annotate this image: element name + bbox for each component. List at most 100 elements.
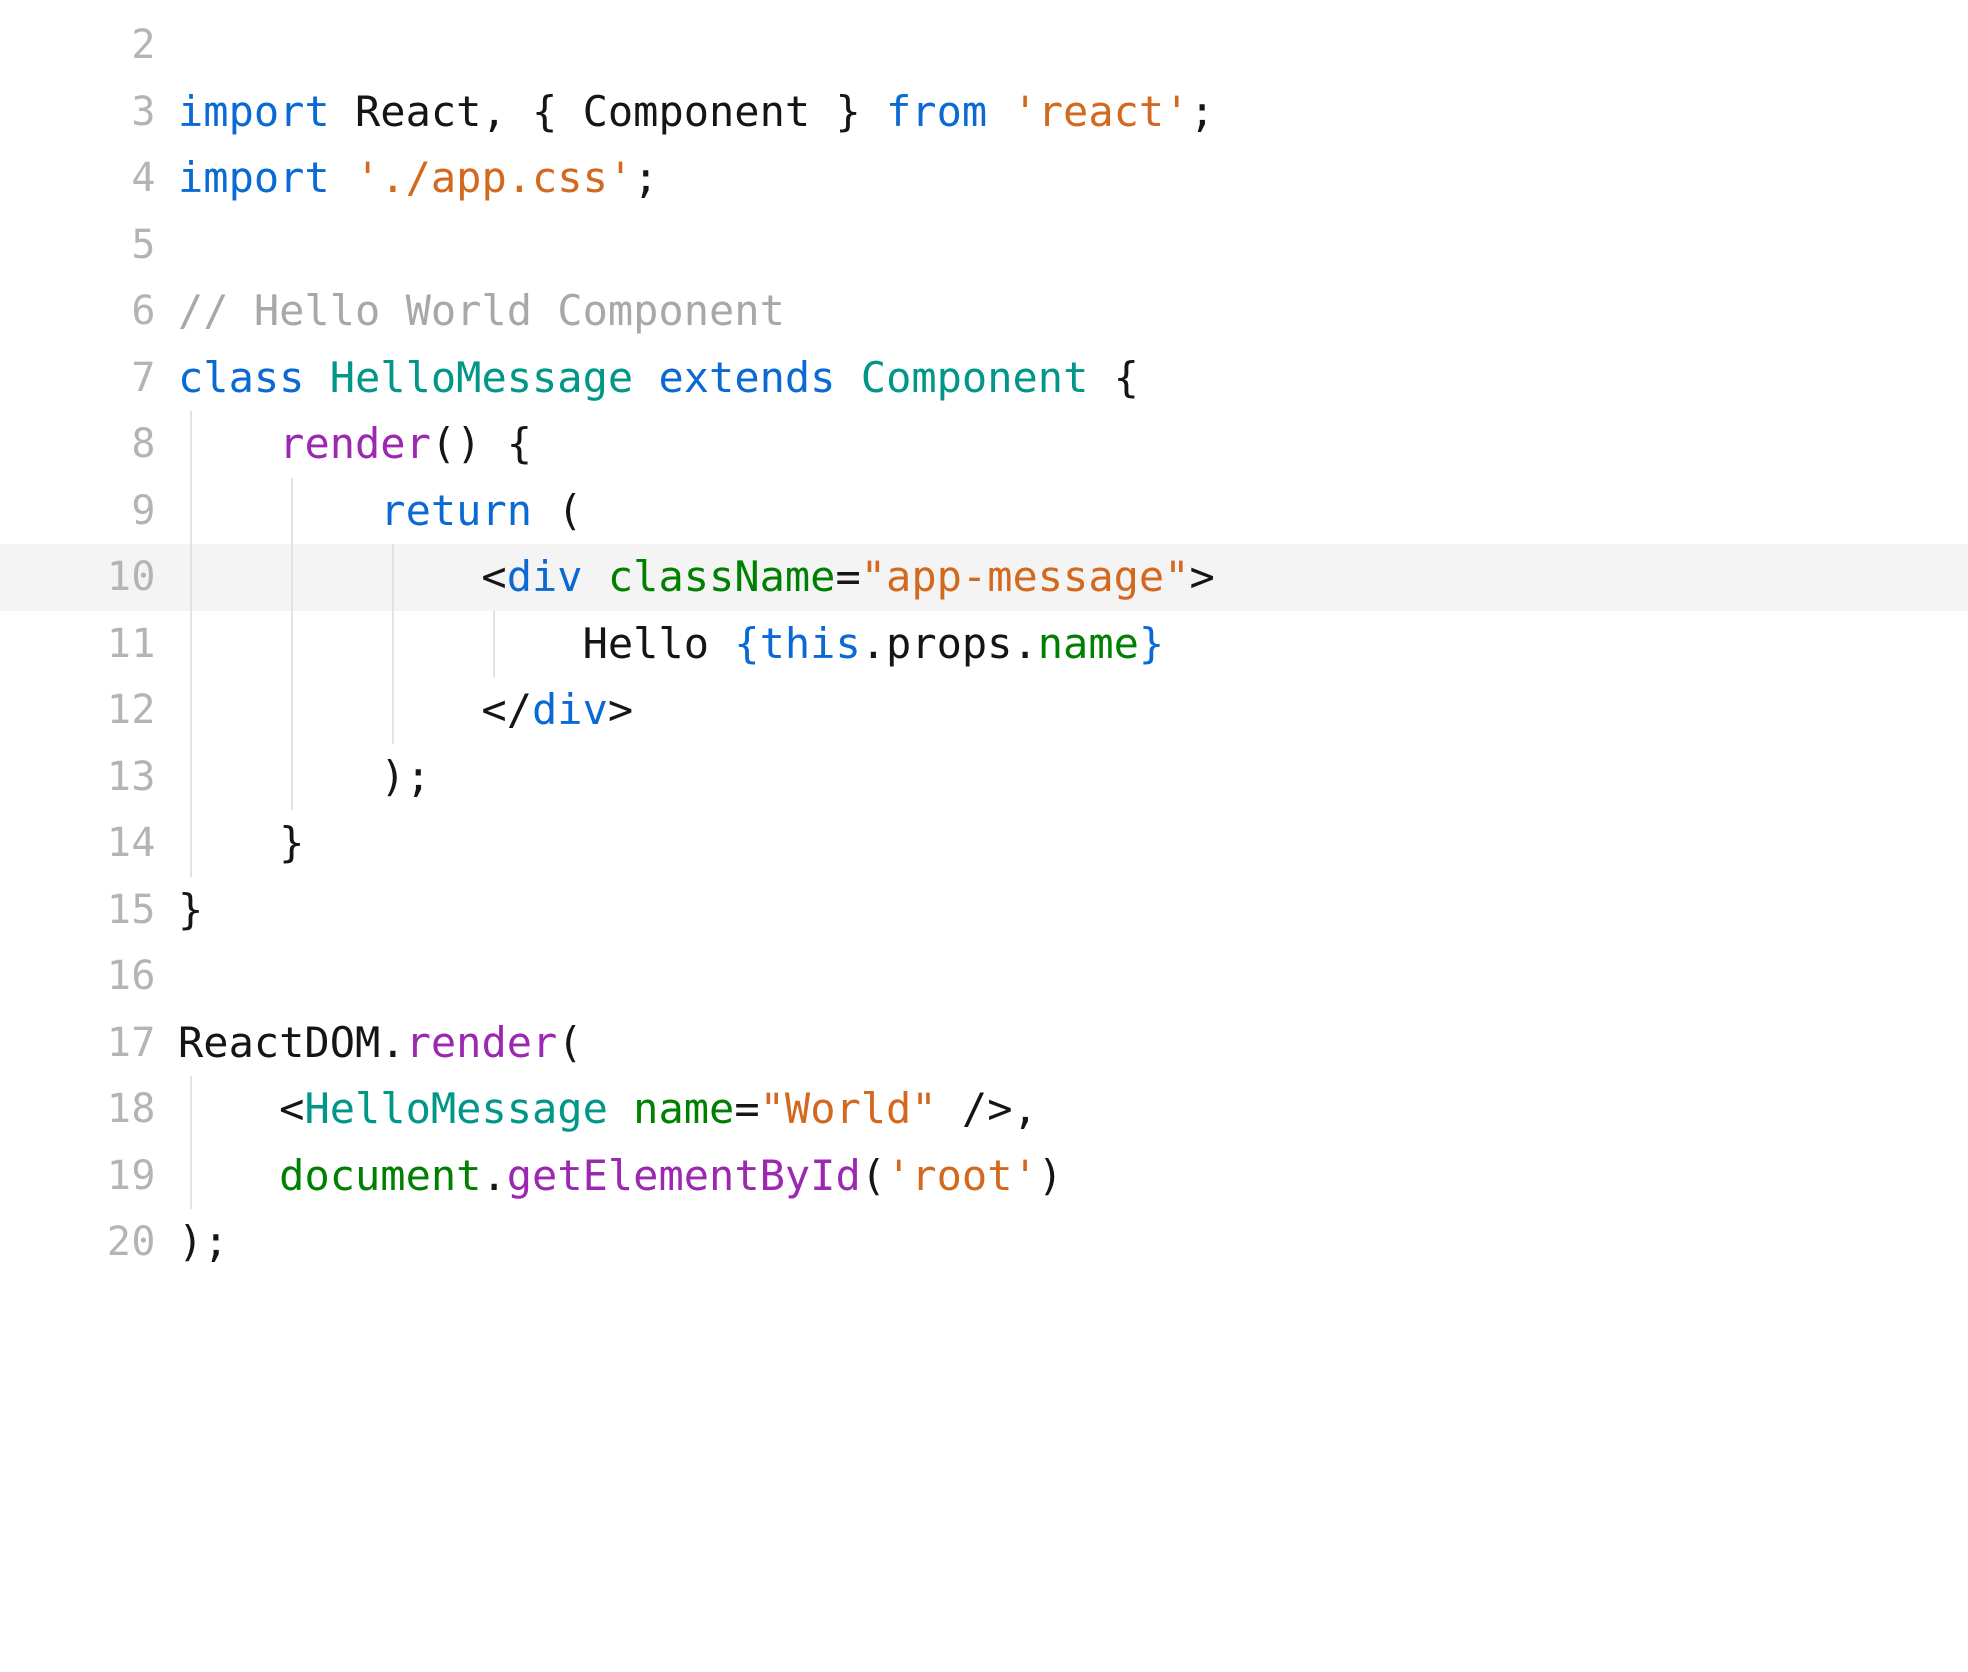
token-class_name: HelloMessage [329,352,634,402]
token-plain: ( [532,485,583,535]
token-plain: ); [178,1217,229,1266]
code-line[interactable]: 19 document.getElementById('root') [0,1142,1968,1209]
code-line[interactable]: 4 import './app.css'; [0,145,1968,212]
code-line-content[interactable]: document.getElementById('root') [178,1142,1968,1209]
token-plain: { [1088,352,1139,402]
code-line-content[interactable]: import React, { Component } from 'react'… [178,79,1968,146]
token-plain: = [734,1084,760,1133]
line-number: 4 [131,155,156,201]
code-line-content[interactable]: ReactDOM.render( [178,1010,1968,1077]
token-attribute: document [279,1150,482,1200]
token-attribute: name [633,1084,735,1133]
code-text: } [178,877,1968,944]
token-keyword: class [178,352,305,402]
code-line[interactable]: 5 [0,212,1968,279]
code-line[interactable]: 18 <HelloMessage name="World" />, [0,1076,1968,1143]
code-text: <HelloMessage name="World" />, [178,1076,1968,1143]
code-lines-container: 2 3 import React, { Component } from 'reac… [0,12,1968,1276]
token-string: "app-message" [860,552,1190,601]
code-editor[interactable]: 2 3 import React, { Component } from 'reac… [0,0,1968,1672]
token-plain: } [178,884,204,934]
token-method: getElementById [506,1150,861,1200]
code-line[interactable]: 11 Hello {this.props.name} [0,610,1968,677]
line-number: 15 [106,886,156,933]
code-text: import React, { Component } from 'react'… [178,79,1968,146]
code-line[interactable]: 17 ReactDOM.render( [0,1010,1968,1077]
code-line-content[interactable]: } [178,877,1968,944]
token-keyword: div [506,552,583,601]
token-plain: ) [1037,1150,1064,1200]
code-text: render() { [178,411,1968,478]
code-text: </div> [178,677,1968,744]
code-text: ); [178,1209,1968,1276]
code-line-content[interactable]: return ( [178,477,1968,544]
token-plain: React, { Component } [329,86,887,136]
token-keyword: } [1138,618,1165,668]
code-line-content[interactable] [178,943,1968,1010]
token-string: './app.css' [355,153,634,202]
token-method: render [405,1017,558,1067]
code-line[interactable]: 3 import React, { Component } from 'react… [0,79,1968,146]
code-text: <div className="app-message"> [178,544,1968,611]
code-line-content[interactable]: render() { [178,411,1968,478]
code-line[interactable]: 9 return ( [0,477,1968,544]
code-line[interactable]: 14 } [0,810,1968,877]
code-line[interactable]: 13 ); [0,743,1968,810]
token-plain: </ [178,685,533,734]
code-line-content[interactable]: class HelloMessage extends Component { [178,345,1968,412]
code-line-content[interactable] [178,212,1968,279]
code-line[interactable]: 6 // Hello World Component [0,278,1968,345]
code-text: } [178,810,1968,877]
code-line-content[interactable] [178,12,1968,79]
code-line-content[interactable]: import './app.css'; [178,145,1968,212]
line-number: 5 [131,221,156,268]
line-number: 7 [131,354,156,401]
code-line[interactable]: 20); [0,1209,1968,1276]
line-number: 3 [131,88,156,135]
code-line-content[interactable]: </div> [178,677,1968,744]
token-plain: .props. [860,618,1038,668]
token-string: 'root' [886,1150,1038,1200]
token-plain: ; [633,153,659,202]
token-plain: < [178,552,507,601]
code-line[interactable]: 10 <div className="app-message"> [0,544,1968,611]
token-keyword: import [178,153,330,202]
code-line[interactable]: 12 </div> [0,677,1968,744]
code-line-content[interactable]: <HelloMessage name="World" />, [178,1076,1968,1143]
code-line[interactable]: 15} [0,877,1968,944]
code-line-content[interactable]: <div className="app-message"> [178,544,1968,611]
code-line[interactable]: 16 [0,943,1968,1010]
code-text: class HelloMessage extends Component { [178,345,1968,412]
token-attribute: name [1037,618,1139,668]
line-number: 17 [106,1019,156,1066]
token-keyword: { [734,618,760,668]
code-line-content[interactable]: ); [178,1209,1968,1276]
code-line-content[interactable]: // Hello World Component [178,278,1968,345]
token-plain: ReactDOM [178,1017,381,1067]
token-keyword: from [886,86,988,136]
token-class_name: Component [860,352,1089,402]
line-number: 16 [106,953,156,999]
code-line[interactable]: 2 [0,12,1968,79]
code-line-content[interactable]: ); [178,743,1968,810]
code-text: import './app.css'; [178,145,1968,212]
token-string: "World" [759,1084,937,1133]
code-text: ReactDOM.render( [178,1010,1968,1077]
code-line[interactable]: 8 render() { [0,411,1968,478]
code-line-content[interactable]: Hello {this.props.name} [178,610,1968,677]
code-line-content[interactable]: } [178,810,1968,877]
token-comment: // Hello World Component [178,286,785,335]
line-number: 19 [106,1152,156,1199]
code-line[interactable]: 7 class HelloMessage extends Component { [0,345,1968,412]
token-plain: = [835,552,861,601]
